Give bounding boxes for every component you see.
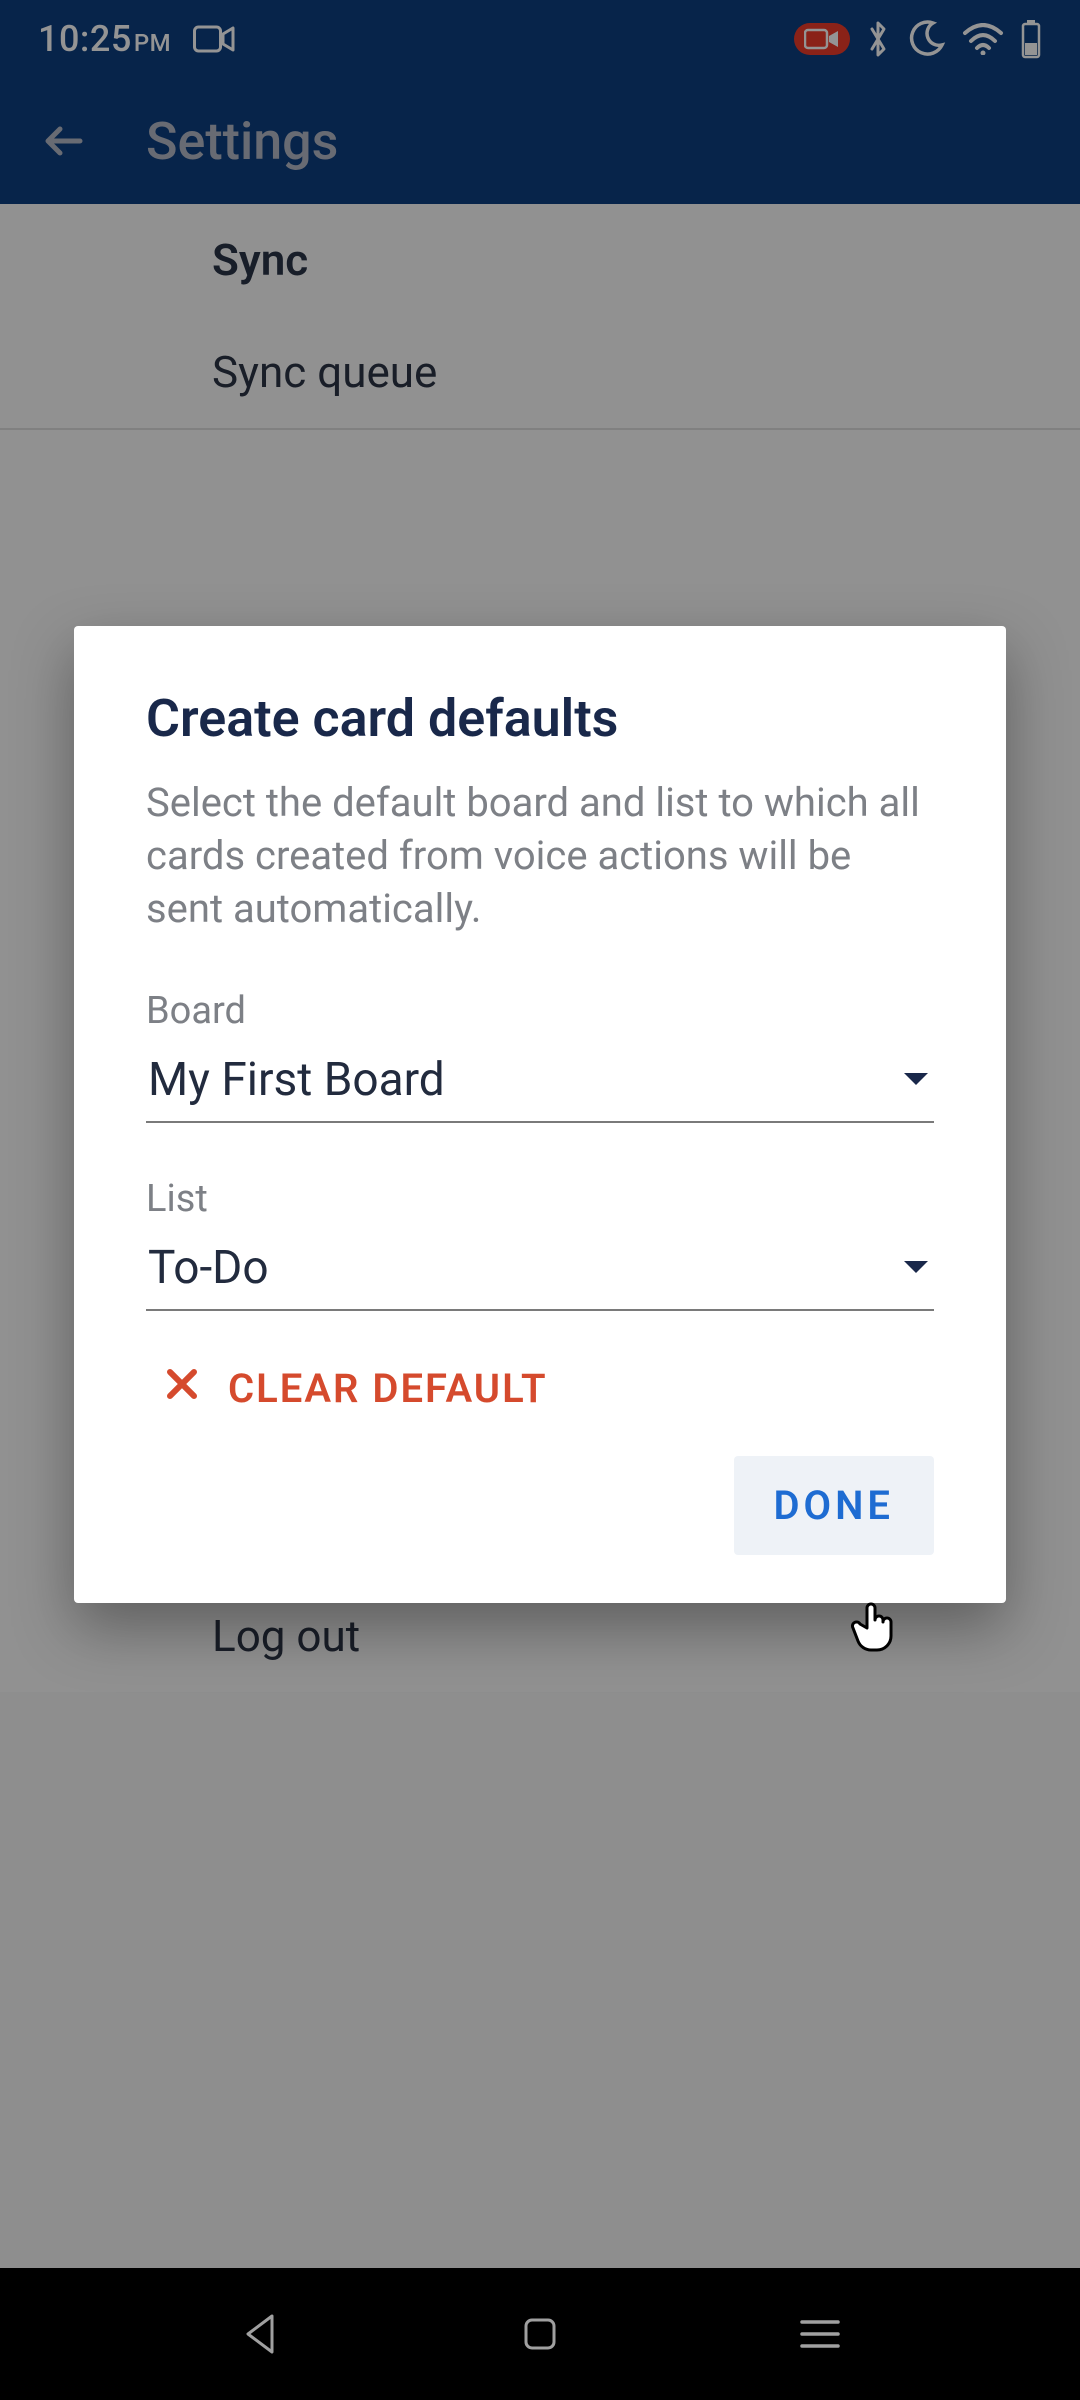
- system-nav-bar: [0, 2268, 1080, 2400]
- list-dropdown[interactable]: To-Do: [146, 1231, 934, 1311]
- create-card-defaults-dialog: Create card defaults Select the default …: [74, 626, 1006, 1603]
- nav-recents-button[interactable]: [790, 2304, 850, 2364]
- board-field-label: Board: [146, 989, 934, 1033]
- recents-icon: [798, 2317, 842, 2351]
- list-field-label: List: [146, 1177, 934, 1221]
- list-dropdown-value: To-Do: [148, 1241, 269, 1295]
- done-button-label: DONE: [774, 1482, 895, 1529]
- dialog-title: Create card defaults: [146, 688, 934, 749]
- nav-home-button[interactable]: [510, 2304, 570, 2364]
- chevron-down-icon: [902, 1259, 930, 1277]
- close-x-icon: [164, 1365, 200, 1412]
- board-dropdown-value: My First Board: [148, 1053, 445, 1107]
- clear-default-label: CLEAR DEFAULT: [228, 1365, 548, 1412]
- done-button[interactable]: DONE: [734, 1456, 935, 1555]
- square-home-icon: [520, 2314, 560, 2354]
- nav-back-button[interactable]: [230, 2304, 290, 2364]
- board-dropdown[interactable]: My First Board: [146, 1043, 934, 1123]
- clear-default-button[interactable]: CLEAR DEFAULT: [164, 1365, 934, 1412]
- dialog-description: Select the default board and list to whi…: [146, 777, 934, 935]
- dialog-actions: DONE: [146, 1456, 934, 1555]
- triangle-back-icon: [240, 2312, 280, 2356]
- chevron-down-icon: [902, 1071, 930, 1089]
